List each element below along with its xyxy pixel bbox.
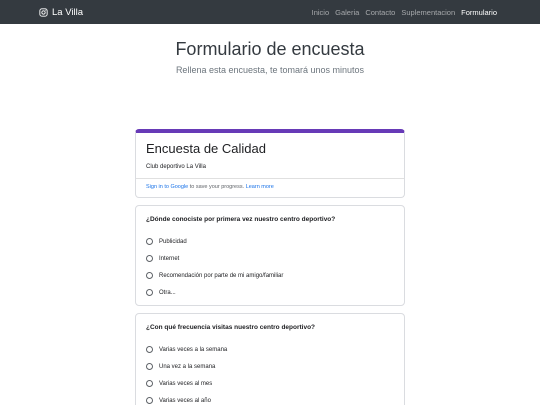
nav-contacto[interactable]: Contacto: [365, 8, 395, 17]
learn-more-link[interactable]: Learn more: [246, 184, 274, 190]
nav-formulario[interactable]: Formulario: [461, 8, 497, 17]
signin-link[interactable]: Sign in to Google: [146, 184, 188, 190]
radio-option[interactable]: Varias veces al año: [146, 392, 394, 405]
brand[interactable]: La Villa: [39, 5, 83, 19]
signin-notice: Sign in to Google to save your progress.…: [136, 179, 404, 197]
option-label: Publicidad: [159, 238, 187, 245]
radio-button[interactable]: [146, 397, 153, 404]
radio-button[interactable]: [146, 255, 153, 262]
radio-button[interactable]: [146, 272, 153, 279]
question-card: ¿Dónde conociste por primera vez nuestro…: [135, 205, 405, 306]
form-description: Club deportivo La Villa: [136, 162, 404, 179]
page-subtitle: Rellena esta encuesta, te tomará unos mi…: [175, 65, 365, 75]
radio-button[interactable]: [146, 346, 153, 353]
radio-button[interactable]: [146, 363, 153, 370]
instagram-icon: [39, 7, 48, 17]
option-label: Otra...: [159, 289, 176, 296]
page-title: Formulario de encuesta: [175, 39, 365, 59]
option-label: Varias veces al año: [159, 397, 211, 404]
signin-text: to save your progress.: [188, 184, 246, 190]
nav-galeria[interactable]: Galeria: [335, 8, 359, 17]
nav-inicio[interactable]: Inicio: [312, 8, 330, 17]
nav-suplementacion[interactable]: Suplementacion: [401, 8, 455, 17]
question-card: ¿Con qué frecuencia visitas nuestro cent…: [135, 313, 405, 405]
embedded-form[interactable]: Encuesta de Calidad Club deportivo La Vi…: [135, 129, 405, 405]
radio-option[interactable]: Internet: [146, 250, 394, 267]
radio-option[interactable]: Varias veces a la semana: [146, 341, 394, 358]
option-label: Una vez a la semana: [159, 363, 216, 370]
radio-option[interactable]: Una vez a la semana: [146, 358, 394, 375]
option-label: Recomendación por parte de mi amigo/fami…: [159, 272, 284, 279]
question-title: ¿Dónde conociste por primera vez nuestro…: [146, 216, 336, 223]
option-label: Varias veces al mes: [159, 380, 213, 387]
radio-button[interactable]: [146, 380, 153, 387]
radio-button[interactable]: [146, 289, 153, 296]
radio-button[interactable]: [146, 238, 153, 245]
radio-option[interactable]: Otra...: [146, 284, 394, 301]
brand-name: La Villa: [52, 6, 83, 18]
form-header-card: Encuesta de Calidad Club deportivo La Vi…: [135, 129, 405, 198]
nav-menu: Inicio Galeria Contacto Suplementacion F…: [306, 0, 497, 24]
radio-option[interactable]: Recomendación por parte de mi amigo/fami…: [146, 267, 394, 284]
form-title: Encuesta de Calidad: [146, 141, 266, 156]
navbar: La Villa Inicio Galeria Contacto Supleme…: [0, 0, 540, 24]
question-title: ¿Con qué frecuencia visitas nuestro cent…: [146, 324, 316, 331]
radio-option[interactable]: Varias veces al mes: [146, 375, 394, 392]
option-label: Varias veces a la semana: [159, 346, 228, 353]
option-label: Internet: [159, 255, 180, 262]
radio-option[interactable]: Publicidad: [146, 233, 394, 250]
